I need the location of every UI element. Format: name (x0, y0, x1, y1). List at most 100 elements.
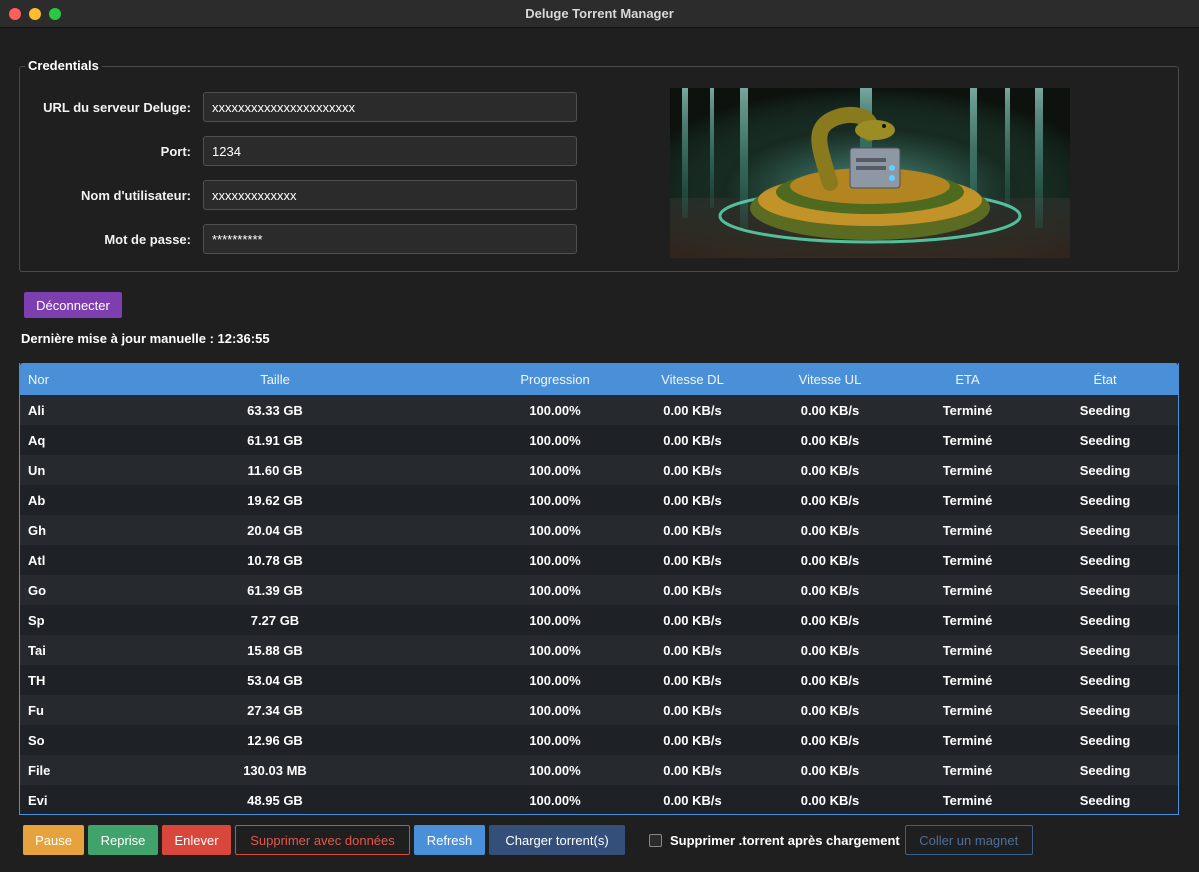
cell-download-speed: 0.00 KB/s (663, 642, 722, 658)
cell-size: 27.34 GB (247, 702, 303, 718)
column-header-download-speed[interactable]: Vitesse DL (610, 372, 775, 387)
table-row[interactable]: Go 61.39 GB 100.00% 0.00 KB/s 0.00 KB/s Termi… (20, 575, 1178, 605)
table-row[interactable]: Fu 27.34 GB 100.00% 0.00 KB/s 0.00 KB/s Termi… (20, 695, 1178, 725)
cell-upload-speed: 0.00 KB/s (800, 582, 860, 598)
cell-size: 15.88 GB (247, 642, 303, 658)
cell-name: Evi (28, 792, 48, 808)
cell-upload-speed: 0.00 KB/s (800, 552, 860, 568)
cell-upload-speed: 0.00 KB/s (800, 792, 860, 808)
column-header-upload-speed[interactable]: Vitesse UL (775, 372, 885, 387)
column-header-size[interactable]: Taille (50, 372, 500, 387)
column-header-eta[interactable]: ETA (885, 372, 1050, 387)
column-header-progress[interactable]: Progression (500, 372, 610, 387)
cell-progress: 100.00% (529, 492, 581, 508)
table-row[interactable]: Aq 61.91 GB 100.00% 0.00 KB/s 0.00 KB/s Termi… (20, 425, 1178, 455)
port-row: Port: (20, 136, 577, 166)
cell-download-speed: 0.00 KB/s (663, 462, 722, 478)
cell-download-speed: 0.00 KB/s (663, 432, 722, 448)
url-input[interactable] (203, 92, 577, 122)
cell-eta: Terminé (942, 732, 993, 748)
cell-size: 53.04 GB (247, 672, 303, 688)
cell-name: Sp (28, 612, 45, 628)
cell-progress: 100.00% (529, 642, 581, 658)
cell-name: Un (28, 462, 46, 478)
column-header-state[interactable]: État (1050, 372, 1160, 387)
column-header-name[interactable]: Nor (20, 372, 50, 387)
cell-eta: Terminé (942, 402, 993, 418)
table-row[interactable]: Evi 48.95 GB 100.00% 0.00 KB/s 0.00 KB/s Term… (20, 785, 1178, 814)
cell-progress: 100.00% (529, 402, 581, 418)
table-row[interactable]: Sp 7.27 GB 100.00% 0.00 KB/s 0.00 KB/s Termin… (20, 605, 1178, 635)
cell-size: 7.27 GB (250, 612, 300, 628)
cell-name: So (28, 732, 45, 748)
cell-download-speed: 0.00 KB/s (663, 792, 722, 808)
cell-state: Seeding (1079, 762, 1131, 778)
table-row[interactable]: File 130.03 MB 100.00% 0.00 KB/s 0.00 KB/s Te… (20, 755, 1178, 785)
username-label: Nom d'utilisateur: (81, 187, 191, 203)
cell-name: Aq (28, 432, 46, 448)
maximize-window-button[interactable] (49, 8, 61, 20)
table-header: Nor Taille Progression Vitesse DL Vitess… (20, 363, 1178, 395)
cell-progress: 100.00% (529, 522, 581, 538)
cell-eta: Terminé (942, 792, 993, 808)
cell-download-speed: 0.00 KB/s (663, 762, 722, 778)
username-input[interactable] (203, 180, 577, 210)
credentials-legend: Credentials (25, 58, 102, 73)
table-row[interactable]: Atl 10.78 GB 100.00% 0.00 KB/s 0.00 KB/s Term… (20, 545, 1178, 575)
cell-state: Seeding (1079, 732, 1131, 748)
cell-size: 12.96 GB (247, 732, 303, 748)
remove-button[interactable]: Enlever (162, 825, 231, 855)
cell-state: Seeding (1079, 612, 1131, 628)
cell-state: Seeding (1079, 492, 1131, 508)
cell-upload-speed: 0.00 KB/s (800, 732, 860, 748)
cell-name: Ali (28, 402, 45, 418)
cell-download-speed: 0.00 KB/s (663, 552, 722, 568)
table-row[interactable]: Gh 20.04 GB 100.00% 0.00 KB/s 0.00 KB/s Termi… (20, 515, 1178, 545)
cell-download-speed: 0.00 KB/s (663, 702, 722, 718)
cell-name: TH (28, 672, 46, 688)
torrent-table[interactable]: Nor Taille Progression Vitesse DL Vitess… (19, 363, 1179, 815)
delete-with-data-button[interactable]: Supprimer avec données (235, 825, 410, 855)
table-row[interactable]: Tai 15.88 GB 100.00% 0.00 KB/s 0.00 KB/s Term… (20, 635, 1178, 665)
close-window-button[interactable] (9, 8, 21, 20)
cell-progress: 100.00% (529, 432, 581, 448)
resume-button[interactable]: Reprise (88, 825, 158, 855)
minimize-window-button[interactable] (29, 8, 41, 20)
last-update-label: Dernière mise à jour manuelle : 12:36:55 (21, 331, 270, 346)
table-row[interactable]: Ali 63.33 GB 100.00% 0.00 KB/s 0.00 KB/s Term… (20, 395, 1178, 425)
delete-torrent-file-checkbox[interactable] (649, 833, 662, 847)
cell-upload-speed: 0.00 KB/s (800, 672, 860, 688)
cell-name: File (28, 762, 50, 778)
cell-download-speed: 0.00 KB/s (663, 732, 722, 748)
pause-button[interactable]: Pause (23, 825, 84, 855)
password-input[interactable] (203, 224, 577, 254)
table-row[interactable]: Ab 19.62 GB 100.00% 0.00 KB/s 0.00 KB/s Termi… (20, 485, 1178, 515)
table-row[interactable]: So 12.96 GB 100.00% 0.00 KB/s 0.00 KB/s Termi… (20, 725, 1178, 755)
window-controls (9, 8, 61, 20)
port-input[interactable] (203, 136, 577, 166)
cell-size: 48.95 GB (247, 792, 303, 808)
refresh-button[interactable]: Refresh (414, 825, 485, 855)
cell-size: 20.04 GB (247, 522, 303, 538)
delete-torrent-file-label: Supprimer .torrent après chargement (670, 832, 900, 848)
cell-state: Seeding (1079, 462, 1131, 478)
cell-size: 61.91 GB (247, 432, 303, 448)
credentials-group: Credentials URL du serveur Deluge: Port:… (19, 58, 1179, 272)
cell-upload-speed: 0.00 KB/s (800, 492, 860, 508)
cell-name: Atl (28, 552, 46, 568)
cell-download-speed: 0.00 KB/s (663, 612, 722, 628)
cell-name: Tai (28, 642, 46, 658)
load-torrents-button[interactable]: Charger torrent(s) (489, 825, 625, 855)
cell-upload-speed: 0.00 KB/s (800, 762, 860, 778)
cell-name: Fu (28, 702, 44, 718)
disconnect-button[interactable]: Déconnecter (24, 292, 122, 318)
window-title: Deluge Torrent Manager (525, 6, 674, 21)
cell-name: Go (28, 582, 47, 598)
delete-torrent-file-option[interactable]: Supprimer .torrent après chargement (649, 833, 900, 848)
title-bar: Deluge Torrent Manager (0, 0, 1199, 28)
paste-magnet-button[interactable]: Coller un magnet (904, 825, 1033, 855)
table-row[interactable]: TH 53.04 GB 100.00% 0.00 KB/s 0.00 KB/s Termi… (20, 665, 1178, 695)
cell-state: Seeding (1079, 432, 1131, 448)
table-row[interactable]: Un 11.60 GB 100.00% 0.00 KB/s 0.00 KB/s Termi… (20, 455, 1178, 485)
cell-size: 19.62 GB (247, 492, 303, 508)
